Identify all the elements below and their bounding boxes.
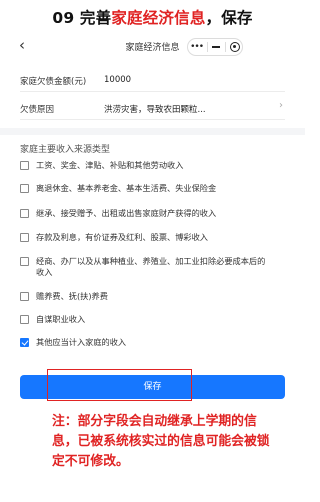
- income-option-label: 其他应当计入家庭的收入: [36, 337, 127, 347]
- capsule-divider: [224, 42, 226, 52]
- checkbox[interactable]: [20, 184, 29, 193]
- chevron-right-icon: ›: [279, 100, 283, 111]
- page-title: 家庭经济信息: [125, 43, 180, 53]
- navbar: ‹ 家庭经济信息 •••: [0, 35, 305, 59]
- checkbox[interactable]: [20, 257, 29, 266]
- debt-reason-value[interactable]: 洪涝灾害，导致农田颗粒...: [104, 103, 206, 115]
- section-divider: [0, 128, 305, 135]
- checkbox[interactable]: [20, 315, 29, 324]
- checkbox-checked[interactable]: [20, 338, 29, 347]
- heading-prefix: 09 完善: [52, 9, 112, 27]
- debt-reason-row[interactable]: 欠债原因 洪涝灾害，导致农田颗粒... ›: [20, 96, 285, 120]
- debt-reason-label: 欠债原因: [20, 105, 55, 115]
- income-option-label: 存款及利息，有价证券及红利、股票、博彩收入: [36, 232, 208, 242]
- close-icon[interactable]: [229, 42, 240, 52]
- income-option-label: 赡养费、抚(扶)养费: [36, 291, 108, 301]
- more-icon[interactable]: •••: [190, 42, 204, 52]
- highlight-box: [47, 369, 192, 401]
- heading-highlight: 家庭经济信息: [111, 9, 206, 27]
- debt-amount-input[interactable]: 10000: [104, 75, 131, 85]
- income-option-label: 自谋职业收入: [36, 314, 86, 324]
- checkbox[interactable]: [20, 233, 29, 242]
- heading-suffix: ，保存: [205, 9, 253, 27]
- checkbox[interactable]: [20, 292, 29, 301]
- miniprogram-capsule: •••: [187, 38, 243, 56]
- income-option-label: 离退休金、基本养老金、基本生活费、失业保险金: [36, 183, 217, 193]
- capsule-divider: [207, 42, 209, 52]
- income-option-label: 继承、接受赠予、出租或出售家庭财产获得的收入: [36, 208, 217, 218]
- tutorial-heading: 09 完善家庭经济信息，保存: [0, 6, 305, 28]
- checkbox[interactable]: [20, 161, 29, 170]
- checkbox[interactable]: [20, 209, 29, 218]
- income-section-title: 家庭主要收入来源类型: [20, 145, 111, 155]
- debt-amount-row[interactable]: 家庭欠债金额(元) 10000: [20, 68, 285, 92]
- minimize-icon[interactable]: [212, 46, 221, 48]
- income-option-label: 经商、办厂以及从事种植业、养殖业、加工业扣除必要成本后的收入: [36, 256, 266, 277]
- note-text: 注：部分字段会自动继承上学期的信息，已被系统核实过的信息可能会被锁定不可修改。: [52, 414, 270, 469]
- debt-amount-label: 家庭欠债金额(元): [20, 77, 87, 87]
- income-option-label: 工资、奖金、津贴、补贴和其他劳动收入: [36, 160, 184, 170]
